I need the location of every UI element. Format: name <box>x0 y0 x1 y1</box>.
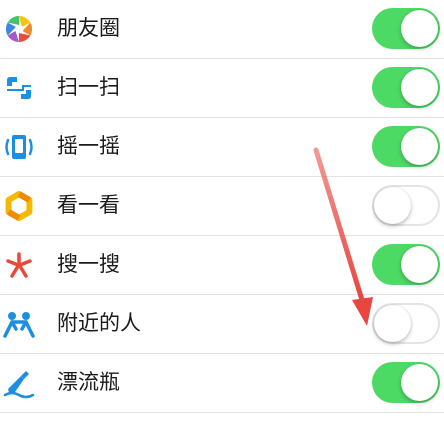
shake-toggle[interactable] <box>372 126 440 167</box>
settings-row-shake: 摇一摇 <box>0 118 444 177</box>
top-stories-icon <box>5 191 33 221</box>
next-row-partial <box>0 413 444 443</box>
shake-icon <box>5 135 33 159</box>
toggle-knob <box>401 364 438 401</box>
setting-label-people-nearby: 附近的人 <box>57 311 141 335</box>
settings-row-search: 搜一搜 <box>0 236 444 295</box>
search-icon <box>6 252 32 278</box>
drift-bottle-icon <box>3 371 35 399</box>
scan-icon <box>7 77 31 99</box>
drift-bottle-toggle[interactable] <box>372 362 440 403</box>
settings-row-people-nearby: 附近的人 <box>0 295 444 354</box>
moments-toggle[interactable] <box>372 8 440 49</box>
toggle-knob <box>374 305 411 342</box>
scan-toggle[interactable] <box>372 67 440 108</box>
search-toggle[interactable] <box>372 244 440 285</box>
setting-label-scan: 扫一扫 <box>57 75 120 99</box>
toggle-knob <box>374 187 411 224</box>
toggle-knob <box>401 246 438 283</box>
people-nearby-icon <box>3 312 35 338</box>
setting-label-search: 搜一搜 <box>57 252 120 276</box>
toggle-knob <box>401 10 438 47</box>
setting-label-top-stories: 看一看 <box>57 193 120 217</box>
settings-row-drift-bottle: 漂流瓶 <box>0 354 444 413</box>
discover-settings-list: 朋友圈 扫一扫 摇一摇 看一看 搜一搜 附近的人 漂流瓶 <box>0 0 444 443</box>
setting-label-drift-bottle: 漂流瓶 <box>57 370 120 394</box>
setting-label-moments: 朋友圈 <box>57 16 120 40</box>
settings-row-scan: 扫一扫 <box>0 59 444 118</box>
moments-icon <box>5 15 33 43</box>
settings-row-moments: 朋友圈 <box>0 0 444 59</box>
toggle-knob <box>401 69 438 106</box>
settings-row-top-stories: 看一看 <box>0 177 444 236</box>
setting-label-shake: 摇一摇 <box>57 134 120 158</box>
people-nearby-toggle[interactable] <box>372 303 440 344</box>
top-stories-toggle[interactable] <box>372 185 440 226</box>
toggle-knob <box>401 128 438 165</box>
